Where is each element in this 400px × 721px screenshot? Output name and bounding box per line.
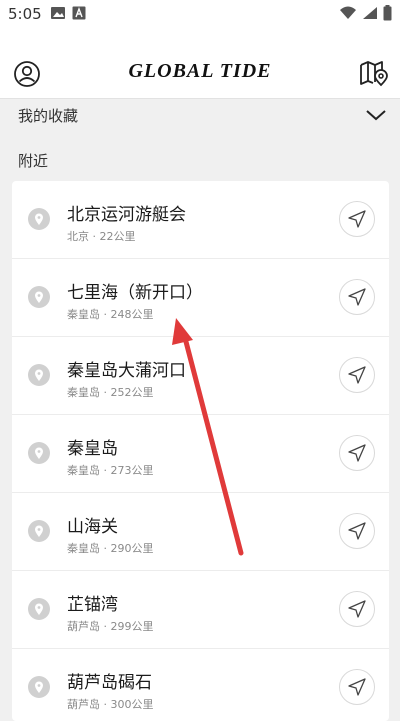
navigation-arrow-icon [348, 210, 366, 228]
list-item[interactable]: 秦皇岛秦皇岛 · 273公里 [12, 415, 389, 493]
list-item[interactable]: 葫芦岛碣石葫芦岛 · 300公里 [12, 649, 389, 721]
battery-icon [383, 5, 392, 21]
navigate-button[interactable] [339, 513, 375, 549]
place-name: 葫芦岛碣石 [67, 673, 152, 693]
place-name: 秦皇岛 [67, 439, 118, 459]
text-a-icon [72, 6, 86, 20]
signal-icon [363, 7, 377, 19]
status-left-icons [50, 6, 86, 20]
list-item[interactable]: 秦皇岛大蒲河口秦皇岛 · 252公里 [12, 337, 389, 415]
location-pin-icon [28, 442, 50, 464]
place-distance: 北京 · 22公里 [67, 230, 136, 243]
location-pin-icon [28, 364, 50, 386]
place-distance: 秦皇岛 · 290公里 [67, 542, 154, 555]
map-button[interactable] [358, 58, 388, 88]
place-name: 北京运河游艇会 [67, 205, 186, 225]
navigation-arrow-icon [348, 444, 366, 462]
navigate-button[interactable] [339, 591, 375, 627]
location-pin-icon [28, 520, 50, 542]
list-item[interactable]: 山海关秦皇岛 · 290公里 [12, 493, 389, 571]
place-name: 山海关 [67, 517, 118, 537]
place-distance: 秦皇岛 · 273公里 [67, 464, 154, 477]
place-distance: 葫芦岛 · 300公里 [67, 698, 154, 711]
nearby-label: 附近 [18, 152, 49, 170]
list-item[interactable]: 芷锚湾葫芦岛 · 299公里 [12, 571, 389, 649]
brand-logo: GLOBAL TIDE [128, 60, 272, 82]
app-header: GLOBAL TIDE [0, 28, 400, 99]
navigation-arrow-icon [348, 366, 366, 384]
place-name: 七里海（新开口） [67, 283, 203, 303]
navigate-button[interactable] [339, 201, 375, 237]
place-distance: 秦皇岛 · 252公里 [67, 386, 154, 399]
favorites-section[interactable]: 我的收藏 [0, 99, 400, 133]
place-name: 芷锚湾 [67, 595, 118, 615]
location-pin-icon [28, 676, 50, 698]
location-pin-icon [28, 286, 50, 308]
wifi-icon [340, 6, 356, 19]
navigate-button[interactable] [339, 357, 375, 393]
navigate-button[interactable] [339, 669, 375, 705]
navigation-arrow-icon [348, 600, 366, 618]
navigate-button[interactable] [339, 279, 375, 315]
navigation-arrow-icon [348, 288, 366, 306]
image-icon [51, 7, 65, 19]
nearby-list: 北京运河游艇会北京 · 22公里七里海（新开口） 秦皇岛 · 248公里秦皇岛大蒲… [12, 181, 389, 721]
navigate-button[interactable] [339, 435, 375, 471]
place-name: 秦皇岛大蒲河口 [67, 361, 186, 381]
status-bar: 5:05 [0, 0, 400, 28]
chevron-down-icon[interactable] [364, 103, 388, 127]
navigation-arrow-icon [348, 678, 366, 696]
map-pin-icon [360, 61, 388, 87]
location-pin-icon [28, 208, 50, 230]
place-distance: 葫芦岛 · 299公里 [67, 620, 154, 633]
status-right-icons [339, 5, 392, 21]
location-pin-icon [28, 598, 50, 620]
status-time: 5:05 [8, 5, 42, 23]
navigation-arrow-icon [348, 522, 366, 540]
list-item[interactable]: 北京运河游艇会北京 · 22公里 [12, 181, 389, 259]
place-distance: 秦皇岛 · 248公里 [67, 308, 154, 321]
list-item[interactable]: 七里海（新开口） 秦皇岛 · 248公里 [12, 259, 389, 337]
favorites-label: 我的收藏 [18, 107, 79, 125]
